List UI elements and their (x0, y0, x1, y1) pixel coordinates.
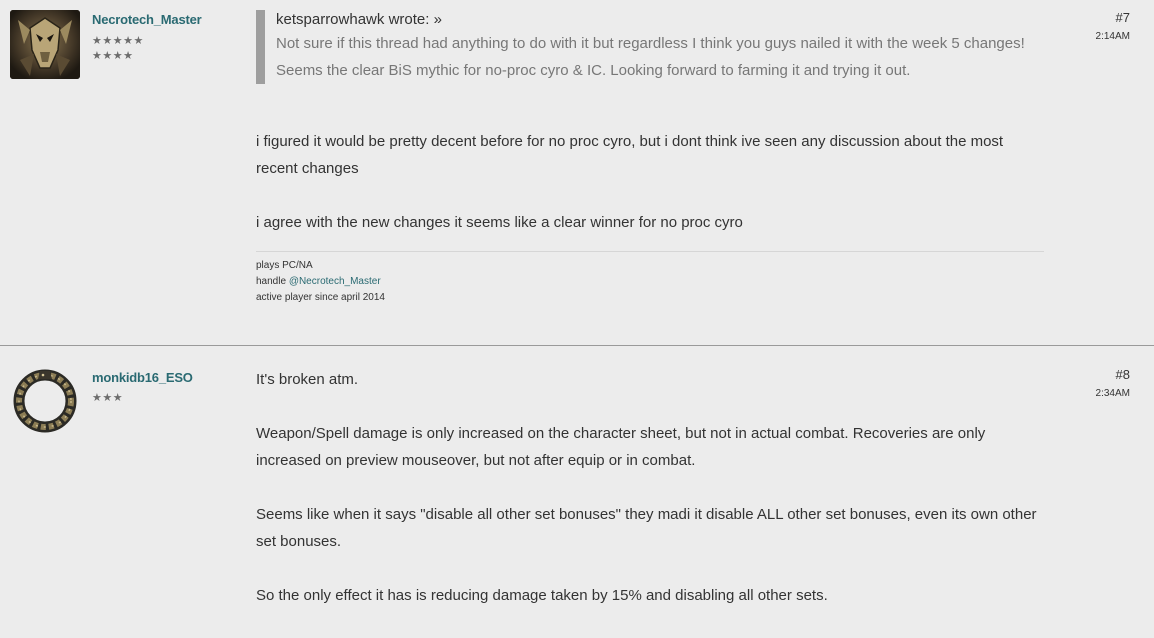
signature-prefix: handle (256, 276, 289, 287)
necro-avatar-image (10, 10, 80, 79)
post-paragraph: Weapon/Spell damage is only increased on… (256, 425, 986, 469)
ouroboros-avatar-image (10, 367, 80, 436)
user-signature: plays PC/NA handle @Necrotech_Master act… (256, 251, 1044, 306)
post-number-link[interactable]: #8 (1116, 367, 1130, 382)
signature-line: handle @Necrotech_Master (256, 274, 1044, 290)
signature-handle-link[interactable]: @Necrotech_Master (289, 276, 381, 287)
quote-author: ketsparrowhawk (276, 11, 385, 28)
quote-text: Not sure if this thread had anything to … (276, 35, 1025, 79)
rank-stars: ★★★ (92, 392, 124, 404)
post-timestamp: 2:34AM (1095, 388, 1130, 399)
signature-line: plays PC/NA (256, 260, 313, 271)
rank-stars: ★★★★★ ★★★★ (92, 34, 144, 64)
quote-header: ketsparrowhawk wrote: » (276, 10, 1046, 30)
forum-post: Necrotech_Master ★★★★★ ★★★★ #7 2:14AM ke… (0, 0, 1154, 346)
forum-post: monkidb16_ESO ★★★ #8 2:34AM It's broken … (0, 346, 1154, 638)
username-link[interactable]: monkidb16_ESO (92, 370, 193, 385)
post-paragraph: i figured it would be pretty decent befo… (256, 133, 1004, 177)
post-paragraph: Seems like when it says "disable all oth… (256, 506, 1037, 550)
user-avatar[interactable] (10, 367, 80, 436)
username-link[interactable]: Necrotech_Master (92, 12, 202, 27)
post-body: It's broken atm. Weapon/Spell damage is … (256, 366, 1046, 636)
quote-block: ketsparrowhawk wrote: » Not sure if this… (256, 10, 1046, 84)
signature-line: active player since april 2014 (256, 292, 385, 303)
post-paragraph: i agree with the new changes it seems li… (256, 214, 743, 231)
user-avatar[interactable] (10, 10, 80, 79)
post-timestamp: 2:14AM (1095, 31, 1130, 42)
rank-stars-row: ★★★★★ (92, 35, 144, 47)
post-body: ketsparrowhawk wrote: » Not sure if this… (256, 10, 1046, 306)
quote-wrote-label: wrote: (388, 11, 430, 28)
post-paragraph: So the only effect it has is reducing da… (256, 587, 828, 604)
quote-jump-link[interactable]: » (434, 11, 442, 28)
rank-stars-row: ★★★★ (92, 50, 134, 62)
post-number-link[interactable]: #7 (1116, 10, 1130, 25)
post-paragraph: It's broken atm. (256, 371, 359, 388)
